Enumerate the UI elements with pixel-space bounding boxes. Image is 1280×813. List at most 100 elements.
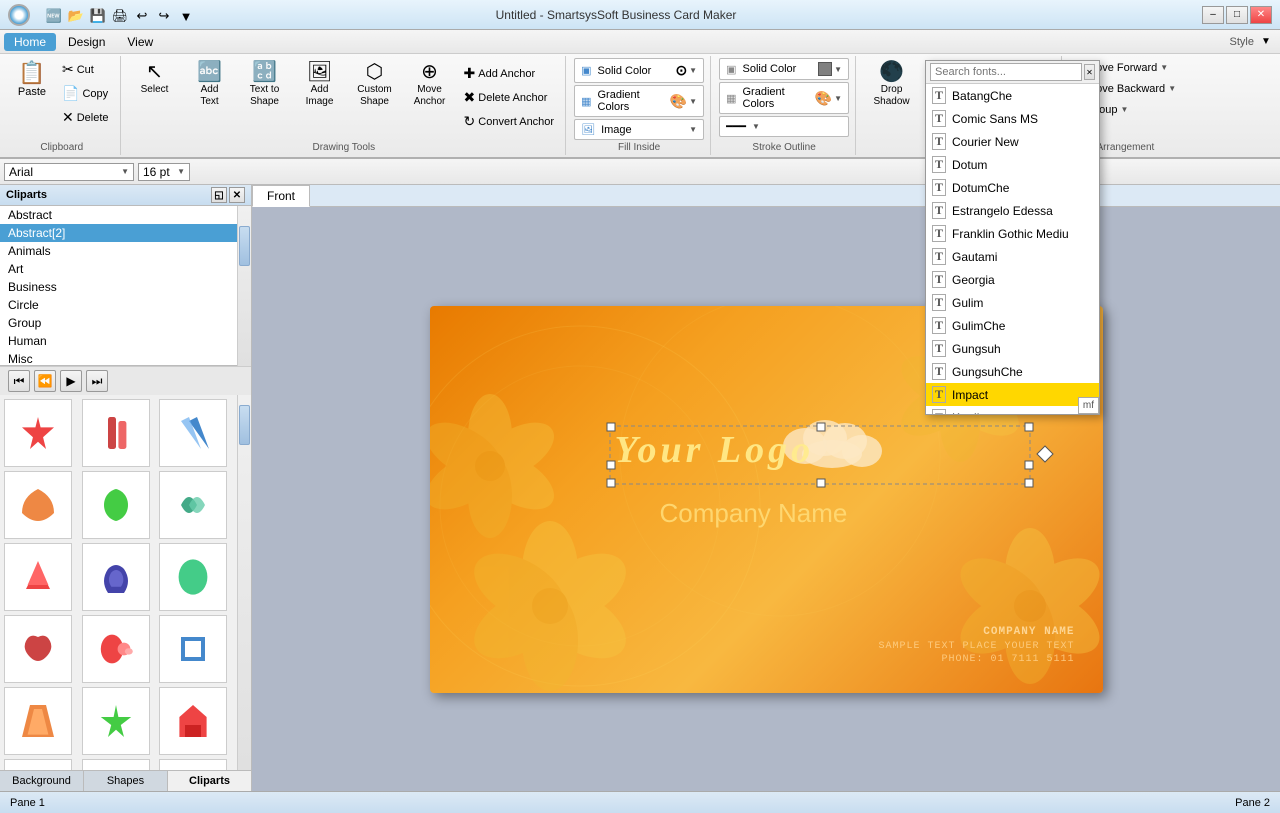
save-button[interactable]: 💾	[88, 6, 108, 26]
font-list-item[interactable]: TComic Sans MS	[926, 107, 1099, 130]
clipart-item[interactable]	[159, 471, 227, 539]
font-list-item[interactable]: TDotumChe	[926, 176, 1099, 199]
move-anchor-button[interactable]: ⊕ Move Anchor	[404, 58, 456, 112]
category-item[interactable]: Human	[0, 332, 237, 350]
tab-shapes[interactable]: Shapes	[84, 771, 168, 791]
stroke-solid-color[interactable]: ▣ Solid Color ▼	[719, 58, 849, 80]
font-search-clear[interactable]: ✕	[1084, 64, 1095, 80]
undo-button[interactable]: ↩	[132, 6, 152, 26]
font-list-item[interactable]: TKartika	[926, 406, 1099, 414]
clipart-scroll-thumb[interactable]	[239, 405, 250, 445]
font-list-item[interactable]: TImpact	[926, 383, 1099, 406]
clipart-item[interactable]	[82, 471, 150, 539]
menu-bar: Home Design View Style ▼	[0, 30, 1280, 54]
category-item[interactable]: Abstract[2]	[0, 224, 237, 242]
maximize-button[interactable]: □	[1226, 6, 1248, 24]
tab-background[interactable]: Background	[0, 771, 84, 791]
font-list-item[interactable]: TEstrangelo Edessa	[926, 199, 1099, 222]
copy-button[interactable]: 📄Copy	[57, 82, 114, 105]
custom-shape-button[interactable]: ⬡ Custom Shape	[349, 58, 401, 112]
font-list-item[interactable]: TGulimChe	[926, 314, 1099, 337]
stroke-line-style[interactable]: ━━━ ▼	[719, 116, 849, 137]
clipart-item[interactable]	[4, 471, 72, 539]
clipart-item[interactable]	[4, 759, 72, 770]
clipart-item[interactable]	[82, 399, 150, 467]
new-button[interactable]: 🆕	[44, 6, 64, 26]
clipart-scrollbar[interactable]	[237, 395, 251, 770]
clipart-item[interactable]	[82, 687, 150, 755]
font-list-item[interactable]: TFranklin Gothic Mediu	[926, 222, 1099, 245]
clipart-item[interactable]	[4, 543, 72, 611]
font-name-dropdown[interactable]: Arial ▼	[4, 163, 134, 181]
font-list-item[interactable]: TGungsuh	[926, 337, 1099, 360]
clipart-item[interactable]	[159, 687, 227, 755]
category-item[interactable]: Group	[0, 314, 237, 332]
clipart-item[interactable]	[4, 615, 72, 683]
fill-image[interactable]: 🖼 Image ▼	[574, 119, 704, 140]
print-button[interactable]: 🖨	[110, 6, 130, 26]
font-list-item[interactable]: TGeorgia	[926, 268, 1099, 291]
clipart-item[interactable]	[159, 399, 227, 467]
category-item[interactable]: Animals	[0, 242, 237, 260]
close-button[interactable]: ✕	[1250, 6, 1272, 24]
fill-gradient-colors[interactable]: ▦ Gradient Colors 🎨 ▼	[574, 85, 704, 117]
category-item[interactable]: Art	[0, 260, 237, 278]
delete-anchor-button[interactable]: ✖Delete Anchor	[459, 86, 560, 109]
clipart-item[interactable]	[82, 759, 150, 770]
clipart-item[interactable]	[82, 543, 150, 611]
clipart-item[interactable]	[159, 759, 227, 770]
delete-button[interactable]: ✕Delete	[57, 106, 114, 129]
convert-anchor-button[interactable]: ↻Convert Anchor	[459, 110, 560, 133]
add-text-button[interactable]: 🔤 Add Text	[184, 58, 236, 112]
media-first-button[interactable]: ⏮	[8, 370, 30, 392]
panel-close-button[interactable]: ✕	[229, 187, 245, 203]
canvas-tab-front[interactable]: Front	[252, 185, 310, 207]
font-size-dropdown[interactable]: 16 pt ▼	[138, 163, 190, 181]
clipart-item[interactable]	[4, 399, 72, 467]
cut-button[interactable]: ✂Cut	[57, 58, 114, 81]
font-list-item[interactable]: TDotum	[926, 153, 1099, 176]
menu-view[interactable]: View	[117, 33, 163, 51]
stroke-gradient-colors[interactable]: ▦ Gradient Colors 🎨 ▼	[719, 82, 849, 114]
font-name-label: DotumChe	[952, 181, 1009, 195]
delete-anchor-icon: ✖	[464, 89, 476, 106]
category-scroll-thumb[interactable]	[239, 226, 250, 266]
font-search-input[interactable]	[930, 63, 1082, 81]
select-button[interactable]: ↖ Select	[129, 58, 181, 100]
style-dropdown[interactable]: ▼	[1256, 32, 1276, 52]
media-next-button[interactable]: ⏭	[86, 370, 108, 392]
text-to-shape-button[interactable]: 🔡 Text to Shape	[239, 58, 291, 112]
font-list-item[interactable]: TGautami	[926, 245, 1099, 268]
clipart-item[interactable]	[4, 687, 72, 755]
tab-cliparts[interactable]: Cliparts	[168, 771, 251, 791]
category-scrollbar[interactable]	[237, 206, 251, 366]
category-item[interactable]: Misc	[0, 350, 237, 366]
menu-home[interactable]: Home	[4, 33, 56, 51]
media-prev-button[interactable]: ⏪	[34, 370, 56, 392]
app-logo	[8, 4, 30, 26]
clipart-item[interactable]	[159, 543, 227, 611]
add-anchor-button[interactable]: ✚Add Anchor	[459, 62, 560, 85]
add-image-button[interactable]: 🖼 Add Image	[294, 58, 346, 112]
open-button[interactable]: 📂	[66, 6, 86, 26]
minimize-button[interactable]: –	[1202, 6, 1224, 24]
font-list-item[interactable]: TCourier New	[926, 130, 1099, 153]
font-scroll-hint: mf	[1078, 397, 1099, 414]
category-item[interactable]: Business	[0, 278, 237, 296]
font-list-item[interactable]: TBatangChe	[926, 84, 1099, 107]
category-item[interactable]: Circle	[0, 296, 237, 314]
category-list: AbstractAbstract[2]AnimalsArtBusinessCir…	[0, 206, 237, 366]
paste-button[interactable]: 📋 Paste	[10, 58, 54, 103]
clipart-item[interactable]	[159, 615, 227, 683]
menu-design[interactable]: Design	[58, 33, 115, 51]
font-list-item[interactable]: TGungsuhChe	[926, 360, 1099, 383]
category-item[interactable]: Abstract	[0, 206, 237, 224]
font-list-item[interactable]: TGulim	[926, 291, 1099, 314]
qat-dropdown[interactable]: ▼	[176, 6, 196, 26]
redo-button[interactable]: ↪	[154, 6, 174, 26]
media-play-button[interactable]: ▶	[60, 370, 82, 392]
panel-undock-button[interactable]: ◱	[211, 187, 227, 203]
clipart-item[interactable]	[82, 615, 150, 683]
fill-solid-color[interactable]: ▣ Solid Color ⊙ ▼	[574, 58, 704, 83]
drop-shadow-button[interactable]: 🌑 Drop Shadow	[864, 58, 919, 112]
